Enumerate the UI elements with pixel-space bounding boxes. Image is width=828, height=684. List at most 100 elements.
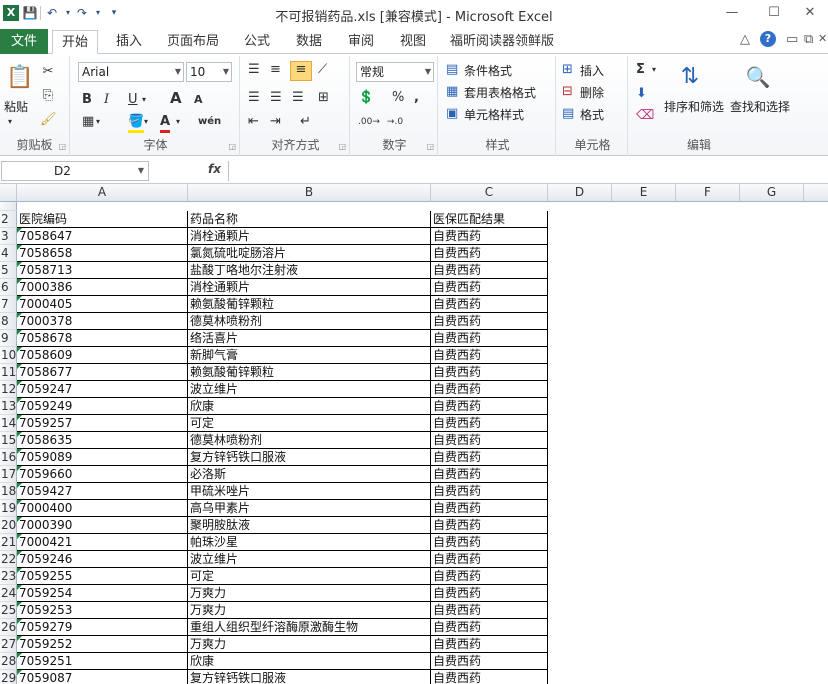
tab-insert[interactable]: 插入 <box>106 30 152 54</box>
column-title-drug-name[interactable]: 药品名称 <box>188 211 431 228</box>
row-header[interactable]: 12 <box>0 381 17 398</box>
clipboard-launcher-icon[interactable]: ◲ <box>58 142 66 151</box>
hospital-code-cell[interactable]: 7059427 <box>17 483 188 500</box>
row-header[interactable]: 24 <box>0 585 17 602</box>
row-header[interactable]: 25 <box>0 602 17 619</box>
align-center-icon[interactable]: ☰ <box>270 90 282 106</box>
drug-name-cell[interactable]: 万爽力 <box>188 585 431 602</box>
row-header[interactable]: 11 <box>0 364 17 381</box>
match-result-cell[interactable]: 自费西药 <box>431 670 548 684</box>
tab-file[interactable]: 文件 <box>0 29 48 54</box>
drug-name-cell[interactable]: 聚明胺肽液 <box>188 517 431 534</box>
fill-icon[interactable]: ⬇ <box>636 86 647 102</box>
match-result-cell[interactable]: 自费西药 <box>431 653 548 670</box>
column-header-h[interactable] <box>804 184 828 202</box>
autosum-dropdown-icon[interactable]: ▾ <box>652 62 656 78</box>
insert-function-icon[interactable]: fx <box>208 162 221 176</box>
row-header[interactable]: 7 <box>0 296 17 313</box>
match-result-cell[interactable]: 自费西药 <box>431 245 548 262</box>
row-header[interactable] <box>0 202 17 211</box>
row-header[interactable]: 19 <box>0 500 17 517</box>
delete-cells-button[interactable]: 删除 <box>580 84 604 101</box>
match-result-cell[interactable]: 自费西药 <box>431 568 548 585</box>
drug-name-cell[interactable]: 德莫林喷粉剂 <box>188 432 431 449</box>
align-middle-icon[interactable]: ≡ <box>270 62 281 78</box>
row-header[interactable]: 9 <box>0 330 17 347</box>
workbook-close-icon[interactable]: ✕ <box>818 32 827 45</box>
row-header[interactable]: 4 <box>0 245 17 262</box>
hospital-code-cell[interactable]: 7058658 <box>17 245 188 262</box>
accounting-format-icon[interactable]: 💲 <box>358 90 374 106</box>
drug-name-cell[interactable]: 帕珠沙星 <box>188 534 431 551</box>
insert-cells-icon[interactable]: ⊞ <box>562 62 573 78</box>
tab-home[interactable]: 开始 <box>52 30 98 54</box>
format-cells-icon[interactable]: ▤ <box>562 106 574 122</box>
match-result-cell[interactable]: 自费西药 <box>431 619 548 636</box>
fill-color-dropdown-icon[interactable]: ▾ <box>144 114 148 130</box>
number-launcher-icon[interactable]: ◲ <box>426 142 434 151</box>
match-result-cell[interactable]: 自费西药 <box>431 279 548 296</box>
conditional-formatting-button[interactable]: 条件格式 <box>464 62 512 79</box>
column-title-match-result[interactable]: 医保匹配结果 <box>431 211 548 228</box>
paste-dropdown-icon[interactable]: ▾ <box>8 114 12 130</box>
drug-name-cell[interactable]: 必洛斯 <box>188 466 431 483</box>
orientation-icon[interactable]: ⟋ <box>318 62 327 78</box>
match-result-cell[interactable]: 自费西药 <box>431 381 548 398</box>
percent-button[interactable]: % <box>392 90 404 106</box>
workbook-restore-icon[interactable]: ⧉ <box>804 32 813 47</box>
row-header[interactable]: 8 <box>0 313 17 330</box>
cell-styles-icon[interactable]: ▣ <box>446 106 458 122</box>
align-top-icon[interactable]: ☰ <box>248 62 260 78</box>
merge-center-icon[interactable]: ⊞ <box>318 90 329 106</box>
hospital-code-cell[interactable]: 7059246 <box>17 551 188 568</box>
row-header[interactable]: 10 <box>0 347 17 364</box>
font-color-dropdown-icon[interactable]: ▾ <box>176 114 180 130</box>
match-result-cell[interactable]: 自费西药 <box>431 483 548 500</box>
hospital-code-cell[interactable]: 7059089 <box>17 449 188 466</box>
sort-filter-button[interactable]: 排序和筛选 <box>664 98 724 115</box>
tab-formulas[interactable]: 公式 <box>234 30 280 54</box>
wrap-text-icon[interactable]: ↵ <box>300 114 311 130</box>
column-header-a[interactable]: A <box>17 184 188 202</box>
conditional-formatting-icon[interactable]: ▤ <box>446 62 458 78</box>
paste-icon[interactable]: 📋 <box>6 62 33 94</box>
match-result-cell[interactable]: 自费西药 <box>431 262 548 279</box>
hospital-code-cell[interactable]: 7059254 <box>17 585 188 602</box>
match-result-cell[interactable]: 自费西药 <box>431 500 548 517</box>
match-result-cell[interactable]: 自费西药 <box>431 585 548 602</box>
hospital-code-cell[interactable]: 7000378 <box>17 313 188 330</box>
align-left-icon[interactable]: ☰ <box>248 90 260 106</box>
match-result-cell[interactable]: 自费西药 <box>431 398 548 415</box>
column-header-c[interactable]: C <box>431 184 548 202</box>
column-header-g[interactable]: G <box>740 184 804 202</box>
hospital-code-cell[interactable]: 7058678 <box>17 330 188 347</box>
drug-name-cell[interactable]: 新脚气膏 <box>188 347 431 364</box>
find-select-icon[interactable]: 🔍 <box>744 62 772 92</box>
delete-cells-icon[interactable]: ⊟ <box>562 84 573 100</box>
drug-name-cell[interactable]: 盐酸丁咯地尔注射液 <box>188 262 431 279</box>
drug-name-cell[interactable]: 复方锌钙铁口服液 <box>188 449 431 466</box>
column-header-f[interactable]: F <box>676 184 740 202</box>
row-header[interactable]: 26 <box>0 619 17 636</box>
font-launcher-icon[interactable]: ◲ <box>228 142 236 151</box>
match-result-cell[interactable]: 自费西药 <box>431 415 548 432</box>
drug-name-cell[interactable]: 可定 <box>188 568 431 585</box>
drug-name-cell[interactable]: 波立维片 <box>188 381 431 398</box>
ribbon-minimize-icon[interactable]: △ <box>740 32 750 47</box>
help-icon[interactable]: ? <box>760 31 776 47</box>
drug-name-cell[interactable]: 赖氨酸葡锌颗粒 <box>188 296 431 313</box>
tab-review[interactable]: 审阅 <box>338 30 384 54</box>
hospital-code-cell[interactable]: 7000405 <box>17 296 188 313</box>
hospital-code-cell[interactable]: 7059247 <box>17 381 188 398</box>
clear-icon[interactable]: ⌫ <box>636 108 654 124</box>
match-result-cell[interactable]: 自费西药 <box>431 364 548 381</box>
match-result-cell[interactable]: 自费西药 <box>431 313 548 330</box>
drug-name-cell[interactable]: 消栓通颗片 <box>188 279 431 296</box>
row-header[interactable]: 21 <box>0 534 17 551</box>
minimize-button[interactable]: — <box>722 4 742 22</box>
row-header[interactable]: 23 <box>0 568 17 585</box>
match-result-cell[interactable]: 自费西药 <box>431 517 548 534</box>
drug-name-cell[interactable]: 甲硫米唑片 <box>188 483 431 500</box>
drug-name-cell[interactable]: 可定 <box>188 415 431 432</box>
decrease-indent-icon[interactable]: ⇤ <box>248 114 259 130</box>
